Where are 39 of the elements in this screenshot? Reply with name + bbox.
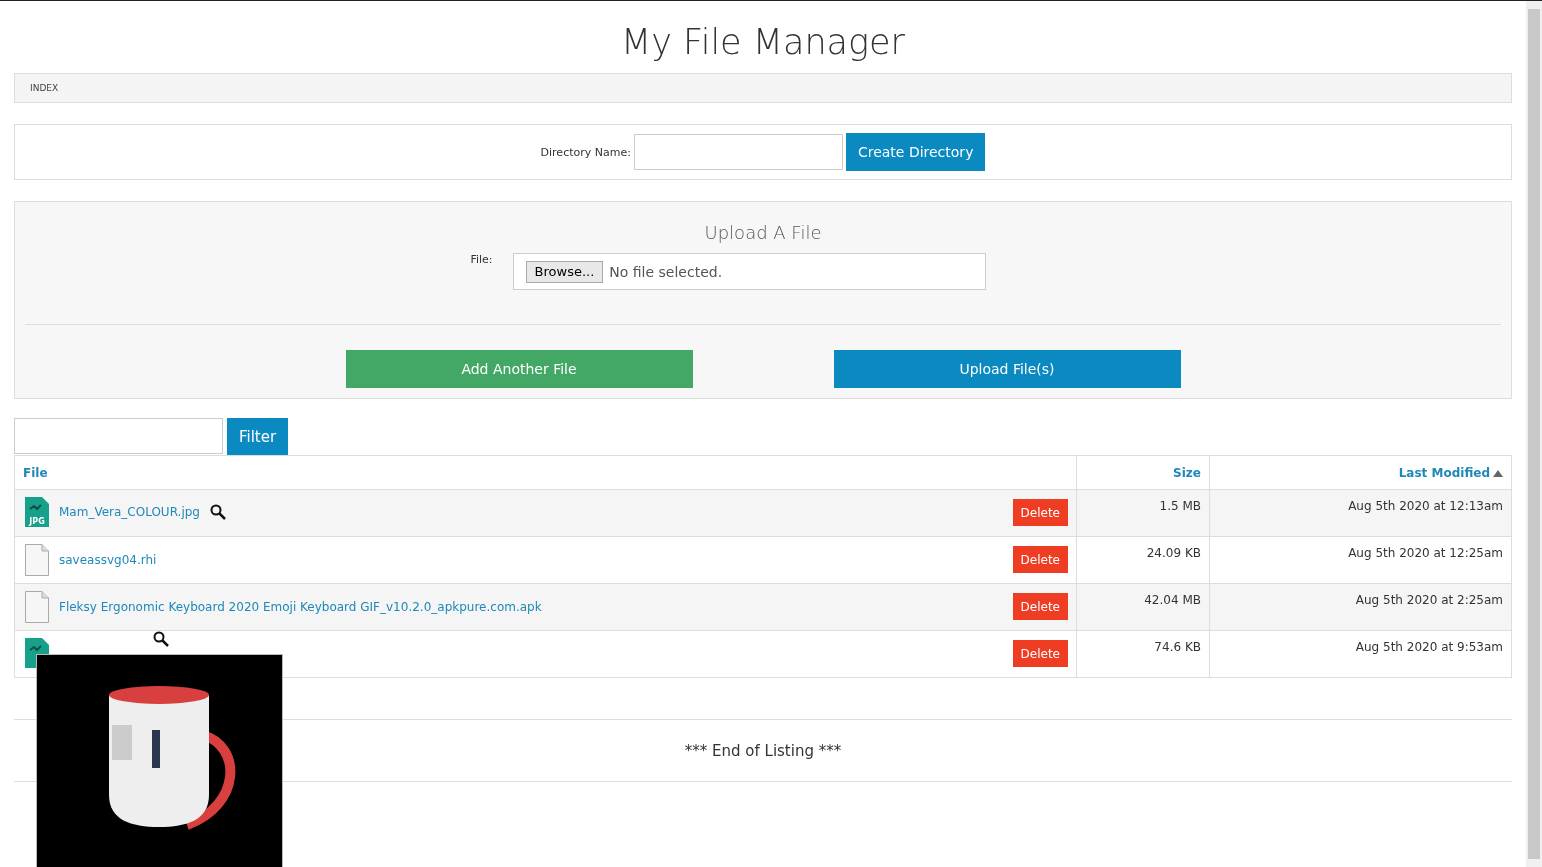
end-of-listing: *** End of Listing ***	[684, 741, 842, 760]
browse-button[interactable]: Browse...	[525, 260, 604, 283]
add-file-button[interactable]: Add Another File	[345, 350, 693, 388]
file-link[interactable]: saveassvg04.rhi	[59, 553, 157, 567]
breadcrumb-bar: INDEX	[14, 73, 1512, 103]
file-status: No file selected.	[609, 263, 723, 280]
upload-button[interactable]: Upload File(s)	[833, 350, 1181, 388]
column-header[interactable]: Last Modified	[1398, 465, 1490, 480]
file-link[interactable]: Fleksy Ergonomic Keyboard 2020 Emoji Keyboard GIF_v10.2.0_apkpure.com.apk	[59, 600, 542, 614]
field-label: Directory Name:	[540, 145, 631, 159]
filter-button[interactable]: Filter	[227, 418, 289, 455]
delete-button[interactable]: Delete	[1012, 593, 1068, 620]
file-size: 24.09 KB	[1146, 546, 1201, 560]
file-size: 74.6 KB	[1154, 640, 1201, 654]
delete-button[interactable]: Delete	[1012, 499, 1068, 526]
filter-field[interactable]	[14, 418, 223, 454]
search-icon[interactable]	[153, 631, 169, 647]
blank-file-icon	[25, 544, 49, 576]
delete-button[interactable]: Delete	[1012, 546, 1068, 573]
modified-date: Aug 5th 2020 at 9:53am	[1355, 640, 1503, 654]
blank-file-icon	[25, 591, 49, 623]
delete-button[interactable]: Delete	[1012, 640, 1068, 667]
field-label: File:	[470, 253, 493, 268]
upload-heading: Upload A File	[703, 222, 823, 243]
create-directory-button[interactable]: Create Directory	[845, 133, 986, 171]
column-header[interactable]: Size	[1173, 465, 1201, 480]
search-icon[interactable]	[209, 504, 226, 520]
modified-date: Aug 5th 2020 at 12:13am	[1348, 499, 1503, 513]
file-size: 1.5 MB	[1159, 499, 1201, 513]
image-file-icon: JPG	[25, 497, 49, 527]
file-input[interactable]: Browse... No file selected.	[512, 253, 986, 290]
file-link[interactable]: Mam_Vera_COLOUR.jpg	[59, 505, 200, 519]
file-size: 42.04 MB	[1144, 593, 1201, 607]
scrollbar[interactable]	[1526, 1, 1542, 867]
modified-date: Aug 5th 2020 at 12:25am	[1348, 546, 1503, 560]
page-title: My File Manager	[620, 21, 906, 64]
directory-name-field[interactable]	[633, 134, 843, 170]
modified-date: Aug 5th 2020 at 2:25am	[1355, 593, 1503, 607]
column-header[interactable]: File	[23, 465, 48, 480]
